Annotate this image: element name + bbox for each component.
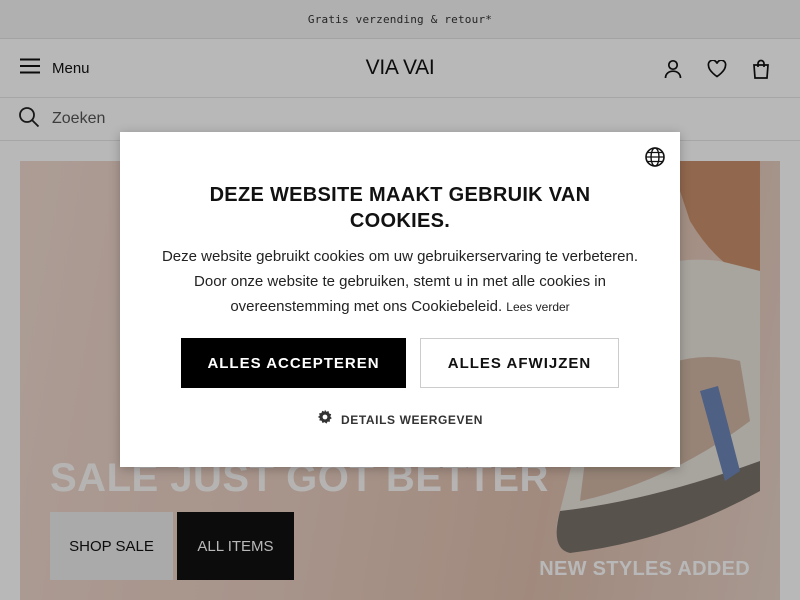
reject-all-button[interactable]: ALLES AFWIJZEN [420,338,619,388]
show-details-button[interactable]: DETAILS WEERGEVEN [120,409,680,430]
cookie-title: DEZE WEBSITE MAAKT GEBRUIK VAN COOKIES. [209,184,591,232]
accept-all-button[interactable]: ALLES ACCEPTEREN [181,338,406,388]
globe-icon[interactable] [644,146,666,168]
read-more-link[interactable]: Lees verder [506,300,569,314]
gear-icon [317,409,333,430]
details-label: DETAILS WEERGEVEN [341,412,483,427]
cookie-text: Deze website gebruikt cookies om uw gebr… [150,244,650,320]
cookie-consent-dialog: DEZE WEBSITE MAAKT GEBRUIK VAN COOKIES. … [120,132,680,467]
page: Gratis verzending & retour* Menu VIA VAI [0,0,800,600]
